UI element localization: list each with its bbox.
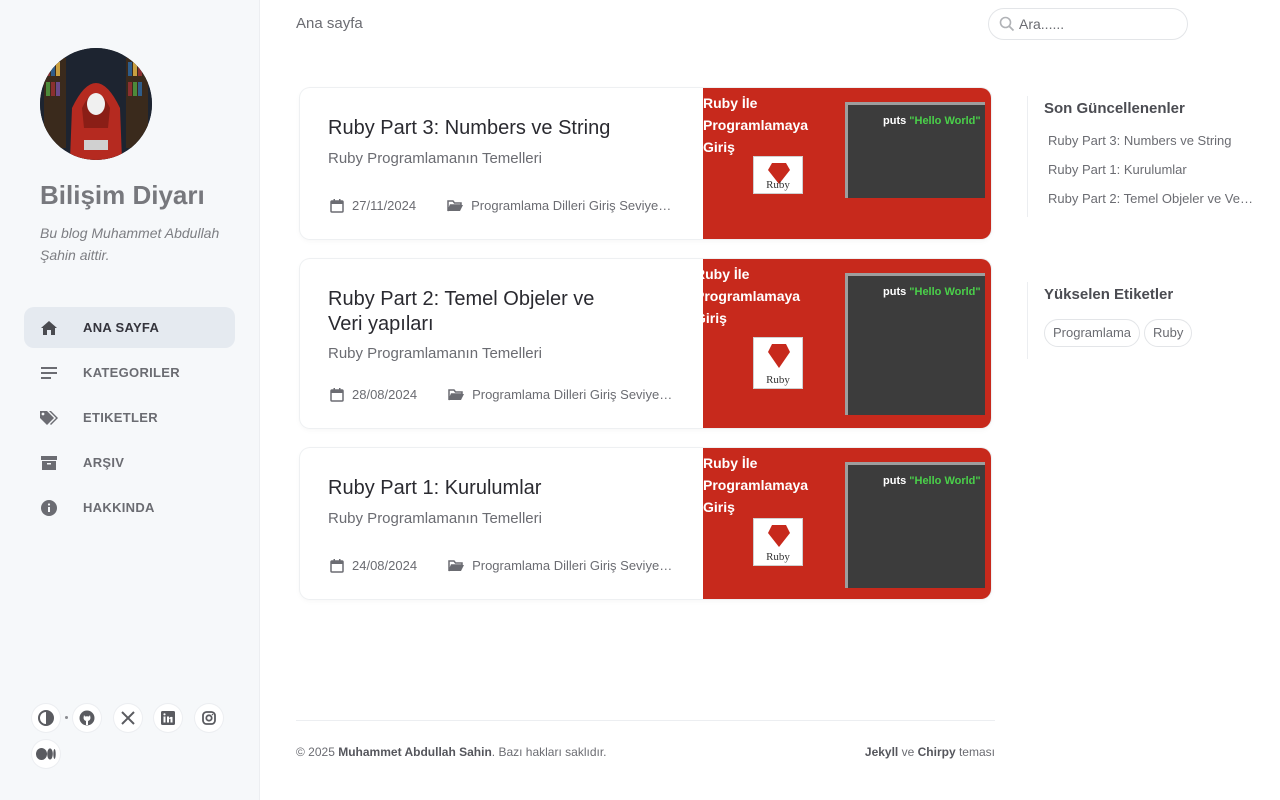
sidebar: Bilişim Diyarı Bu blog Muhammet Abdullah… — [0, 0, 260, 800]
jekyll-link[interactable]: Jekyll — [865, 745, 898, 759]
thumbnail-code-window: puts "Hello World" — [845, 273, 985, 415]
post-date: 24/08/2024 — [352, 558, 418, 573]
separator-dot — [65, 716, 68, 719]
post-categories: Programlama Dilleri Giriş Seviye, Ruby — [472, 387, 676, 402]
site-title[interactable]: Bilişim Diyarı — [40, 180, 205, 211]
post-date: 28/08/2024 — [352, 387, 418, 402]
author-link[interactable]: Muhammet Abdullah Sahin — [338, 745, 492, 759]
tag-chip[interactable]: Ruby — [1144, 319, 1193, 347]
archive-icon — [40, 454, 58, 472]
tag-list: Programlama Ruby — [1044, 319, 1196, 347]
folder-open-icon — [448, 559, 465, 571]
sidebar-item-label: ARŞIV — [83, 455, 125, 470]
panel-title: Son Güncellenenler — [1044, 100, 1185, 117]
sidebar-item-about[interactable]: HAKKINDA — [24, 487, 235, 528]
ruby-logo: Ruby — [753, 337, 803, 389]
x-twitter-icon[interactable] — [114, 704, 142, 732]
calendar-icon — [330, 558, 344, 573]
recent-update-link[interactable]: Ruby Part 2: Temel Objeler ve Veri yapıl… — [1048, 191, 1256, 206]
tag-chip[interactable]: Programlama — [1044, 319, 1141, 347]
post-thumbnail: Ruby İleProgramlamayaGiriş puts "Hello W… — [703, 259, 991, 428]
instagram-icon[interactable] — [195, 704, 223, 732]
thumbnail-text: Ruby İleProgramlamayaGiriş — [703, 455, 809, 515]
sidebar-item-label: ETIKETLER — [83, 410, 158, 425]
recent-update-link[interactable]: Ruby Part 3: Numbers ve String — [1048, 133, 1256, 148]
calendar-icon — [330, 198, 344, 213]
sidebar-item-archive[interactable]: ARŞIV — [24, 442, 235, 483]
footer-divider — [296, 720, 995, 721]
github-icon[interactable] — [73, 704, 101, 732]
post-description: Ruby Programlamanın Temelleri — [328, 510, 542, 527]
info-circle-icon — [40, 499, 58, 517]
post-title[interactable]: Ruby Part 3: Numbers ve String — [328, 116, 628, 141]
search-box[interactable] — [988, 8, 1188, 40]
folder-open-icon — [448, 388, 465, 400]
post-title[interactable]: Ruby Part 1: Kurulumlar — [328, 476, 628, 501]
avatar-image — [40, 48, 152, 160]
post-card[interactable]: Ruby Part 1: Kurulumlar Ruby Programlama… — [300, 448, 991, 599]
calendar-icon — [330, 387, 344, 402]
folder-open-icon — [447, 199, 464, 211]
post-card[interactable]: Ruby Part 3: Numbers ve String Ruby Prog… — [300, 88, 991, 239]
post-meta: 28/08/2024 Programlama Dilleri Giriş Sev… — [330, 387, 675, 402]
home-icon — [40, 319, 58, 337]
post-categories: Programlama Dilleri Giriş Seviye, Ruby — [471, 198, 675, 213]
thumbnail-text: Ruby İleProgramlamayaGiriş — [703, 266, 801, 326]
post-thumbnail: Ruby İleProgramlamayaGiriş puts "Hello W… — [703, 88, 991, 239]
site-subtitle: Bu blog Muhammet Abdullah Şahin aittir. — [40, 225, 220, 263]
avatar[interactable] — [40, 48, 152, 160]
panel-title: Yükselen Etiketler — [1044, 286, 1174, 303]
sidebar-item-label: ANA SAYFA — [83, 320, 160, 335]
chirpy-link[interactable]: Chirpy — [918, 745, 956, 759]
footer-copyright: © 2025 Muhammet Abdullah Sahin. Bazı hak… — [296, 745, 607, 759]
post-title[interactable]: Ruby Part 2: Temel Objeler ve Veri yapıl… — [328, 287, 628, 337]
post-description: Ruby Programlamanın Temelleri — [328, 150, 542, 167]
sidebar-item-tags[interactable]: ETIKETLER — [24, 397, 235, 438]
breadcrumb: Ana sayfa — [296, 15, 363, 32]
search-input[interactable] — [1019, 16, 1179, 32]
thumbnail-text: Ruby İleProgramlamayaGiriş — [703, 95, 809, 155]
thumbnail-code-window: puts "Hello World" — [845, 462, 985, 588]
sidebar-item-home[interactable]: ANA SAYFA — [24, 307, 235, 348]
theme-toggle-icon[interactable] — [32, 704, 60, 732]
footer-powered-by: Jekyll ve Chirpy teması — [864, 745, 995, 759]
sidebar-nav: ANA SAYFA KATEGORILER ETIKETLER ARŞIV HA… — [24, 307, 235, 532]
thumbnail-code-window: puts "Hello World" — [845, 102, 985, 198]
sidebar-item-label: KATEGORILER — [83, 365, 180, 380]
linkedin-icon[interactable] — [154, 704, 182, 732]
tags-icon — [40, 409, 58, 427]
ruby-logo: Ruby — [753, 518, 803, 566]
medium-icon[interactable] — [32, 740, 60, 768]
recent-updates-panel: Son Güncellenenler Ruby Part 3: Numbers … — [1027, 96, 1256, 217]
search-icon — [999, 16, 1015, 32]
post-meta: 27/11/2024 Programlama Dilleri Giriş Sev… — [330, 198, 674, 213]
recent-update-link[interactable]: Ruby Part 1: Kurulumlar — [1048, 162, 1256, 177]
post-categories: Programlama Dilleri Giriş Seviye, Ruby — [472, 558, 676, 573]
ruby-logo: Ruby — [753, 156, 803, 194]
post-date: 27/11/2024 — [352, 198, 417, 213]
trending-tags-panel: Yükselen Etiketler Programlama Ruby — [1027, 282, 1196, 359]
sidebar-item-label: HAKKINDA — [83, 500, 155, 515]
post-thumbnail: Ruby İleProgramlamayaGiriş puts "Hello W… — [703, 448, 991, 599]
post-description: Ruby Programlamanın Temelleri — [328, 345, 542, 362]
sidebar-item-categories[interactable]: KATEGORILER — [24, 352, 235, 393]
post-card[interactable]: Ruby Part 2: Temel Objeler ve Veri yapıl… — [300, 259, 991, 428]
post-meta: 24/08/2024 Programlama Dilleri Giriş Sev… — [330, 558, 675, 573]
stream-icon — [40, 364, 58, 382]
